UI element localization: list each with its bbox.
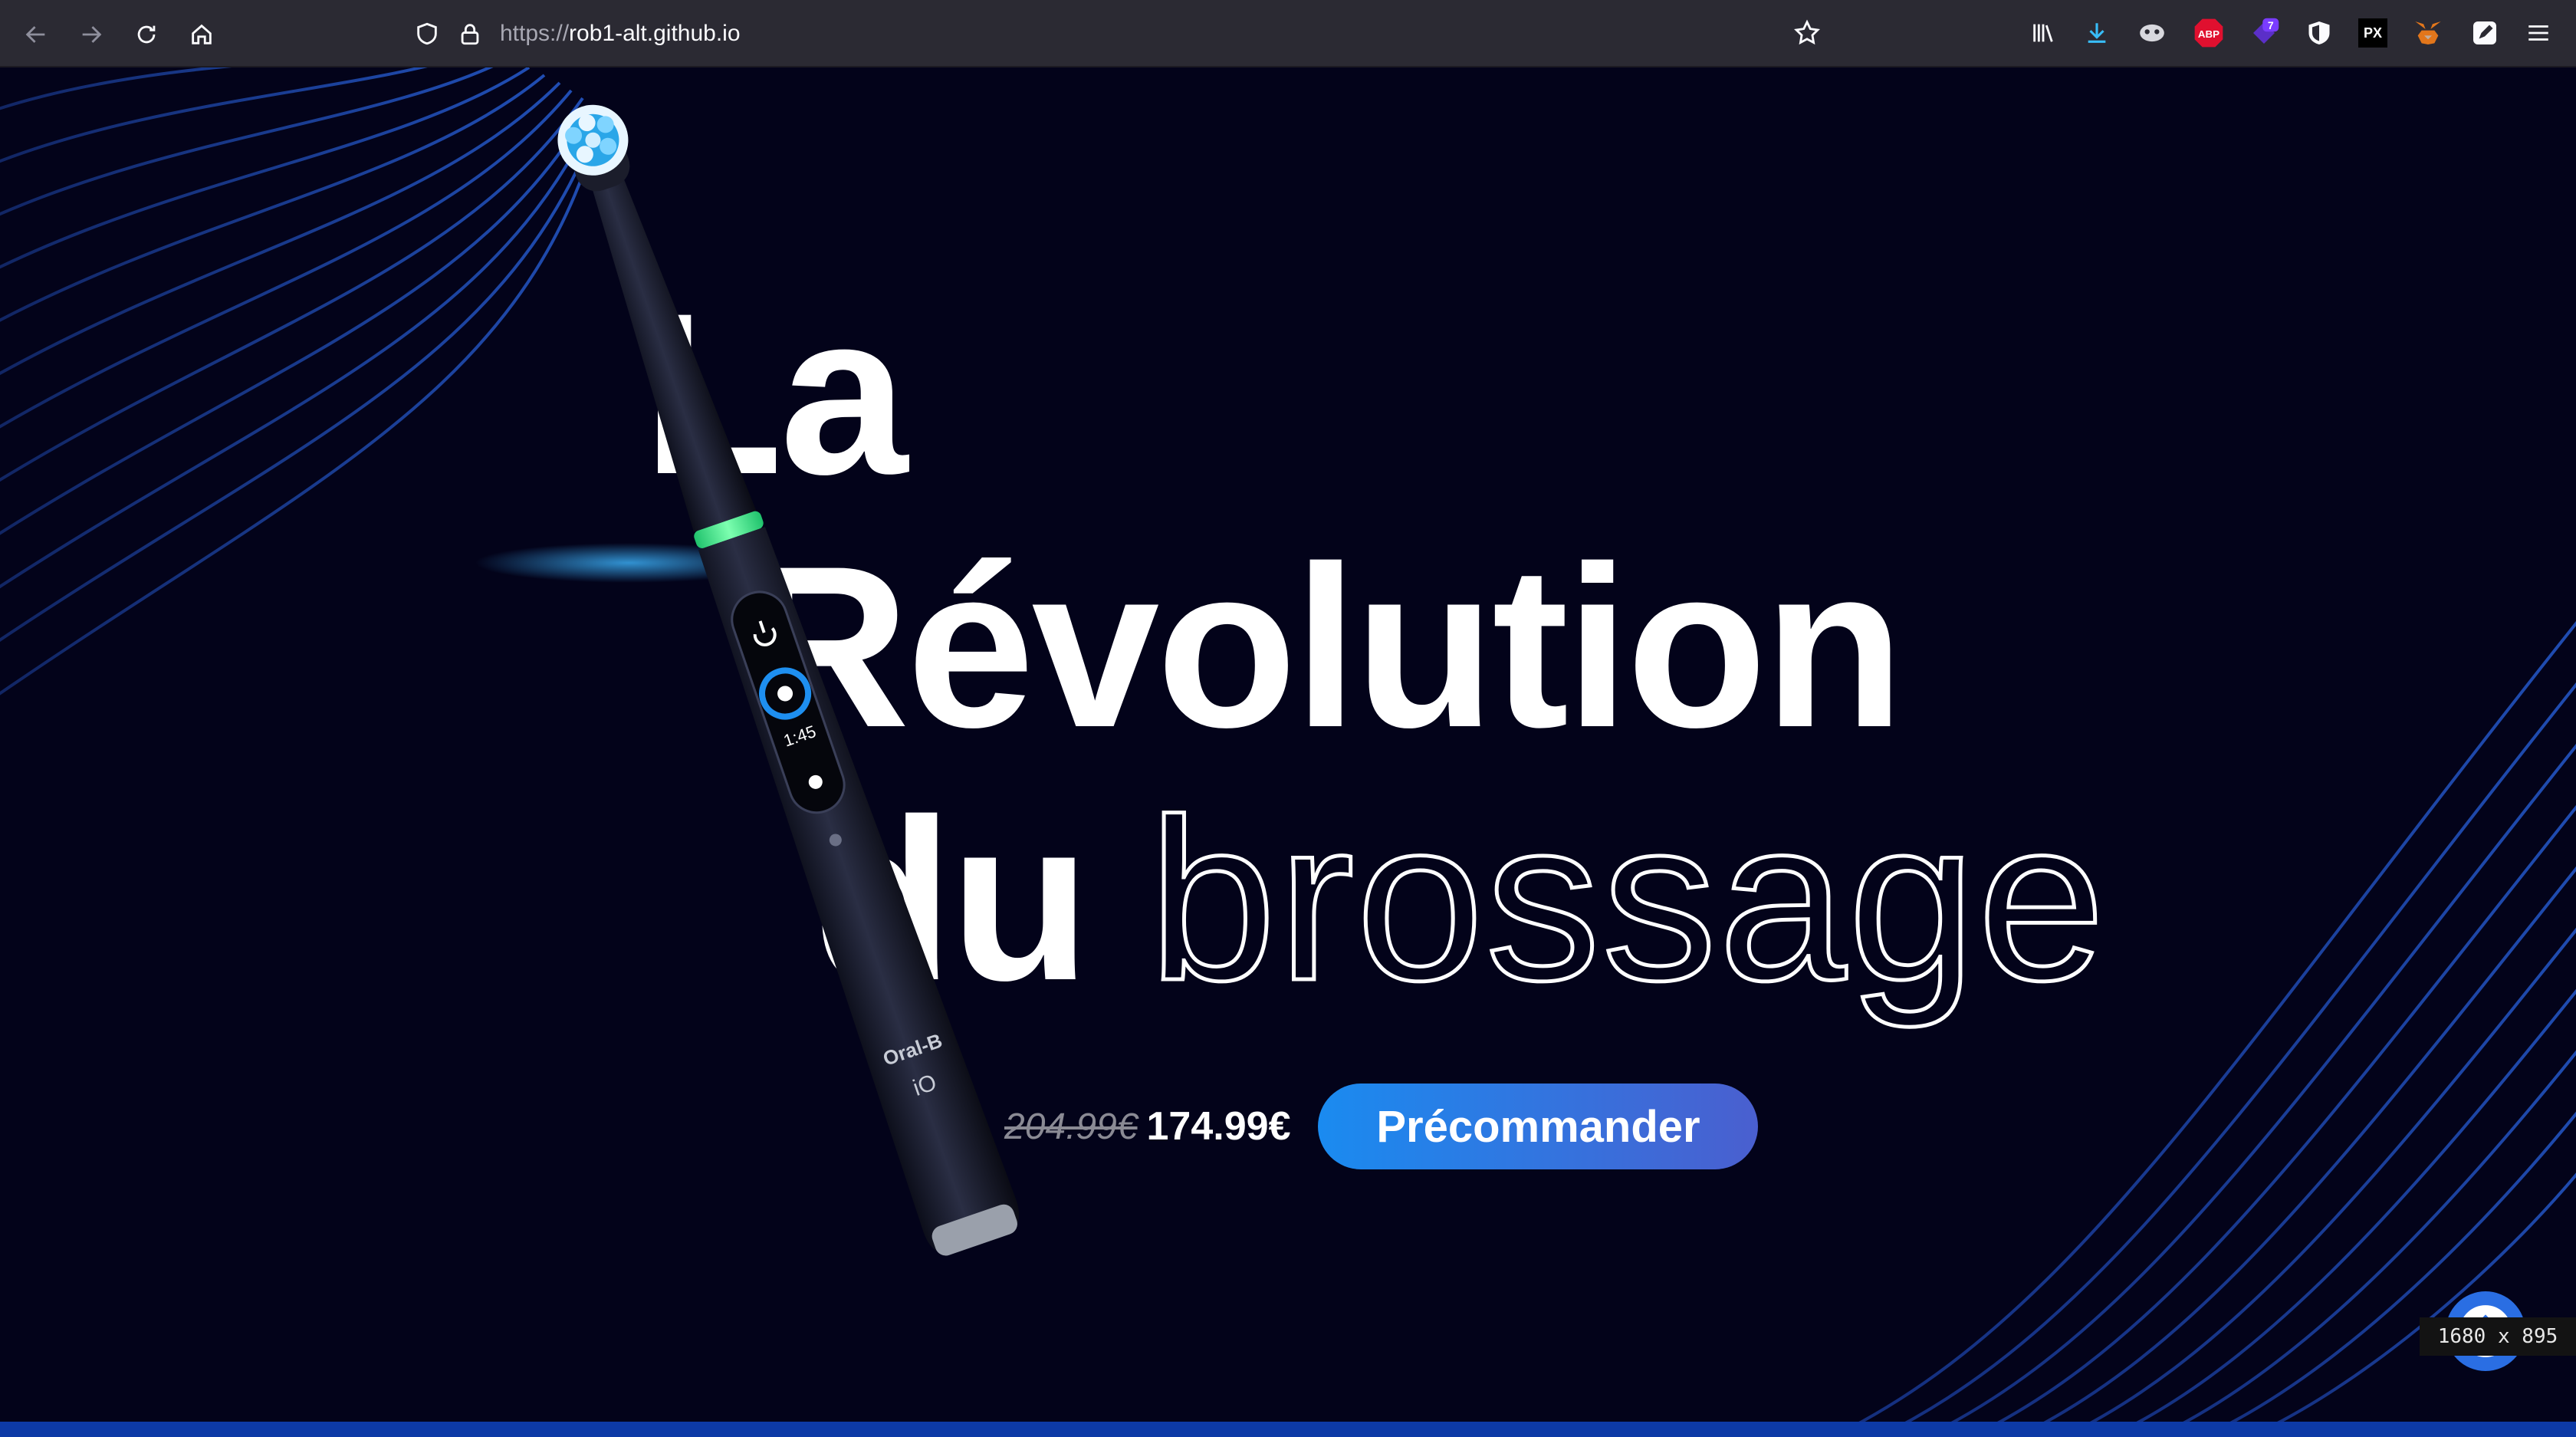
adblock-label: ABP — [2198, 28, 2220, 40]
tracking-shield-icon[interactable] — [414, 21, 440, 47]
address-bar[interactable]: https://rob1-alt.github.io — [414, 11, 1832, 57]
browser-toolbar: https://rob1-alt.github.io ABP 7 PX — [0, 0, 2576, 67]
px-label: PX — [2363, 25, 2382, 41]
back-button[interactable] — [15, 14, 57, 55]
shield-extension-icon[interactable] — [2303, 17, 2335, 49]
reload-button[interactable] — [126, 14, 167, 55]
badge-extension-icon[interactable]: 7 — [2248, 17, 2280, 49]
hamburger-menu-icon[interactable] — [2522, 17, 2555, 49]
downloads-icon[interactable] — [2081, 17, 2113, 49]
extension-badge-count: 7 — [2268, 19, 2274, 31]
bottom-bar — [0, 1422, 2576, 1437]
viewport-size-readout: 1680 x 895 — [2420, 1317, 2576, 1356]
old-price: 204.99€ — [1004, 1106, 1138, 1147]
forward-button[interactable] — [71, 14, 112, 55]
landing-page: La Révolution du brossage 1:45 Oral-B iO… — [0, 67, 2576, 1437]
preorder-button[interactable]: Précommander — [1318, 1084, 1759, 1169]
home-button[interactable] — [181, 14, 222, 55]
url-text[interactable]: https://rob1-alt.github.io — [500, 21, 741, 47]
metamask-fox-icon[interactable] — [2412, 17, 2444, 49]
lock-icon[interactable] — [457, 21, 483, 47]
adblock-plus-icon[interactable]: ABP — [2193, 17, 2225, 49]
new-price: 174.99€ — [1146, 1104, 1291, 1149]
arrow-right-icon — [82, 26, 102, 43]
bookmark-star-icon[interactable] — [1792, 18, 1822, 48]
reload-icon — [137, 25, 156, 44]
px-extension-icon[interactable]: PX — [2358, 18, 2387, 48]
home-icon — [192, 24, 212, 44]
mask-extension-icon[interactable] — [2136, 17, 2168, 49]
url-host: rob1-alt.github.io — [569, 21, 741, 46]
pencil-extension-icon[interactable] — [2469, 17, 2501, 49]
arrow-left-icon — [25, 26, 45, 43]
library-icon[interactable] — [2027, 17, 2059, 49]
price-row: 204.99€ 174.99€ Précommander — [1004, 1084, 1759, 1169]
toothbrush-image: 1:45 Oral-B iO — [475, 104, 1019, 1256]
url-scheme: https:// — [500, 21, 570, 46]
